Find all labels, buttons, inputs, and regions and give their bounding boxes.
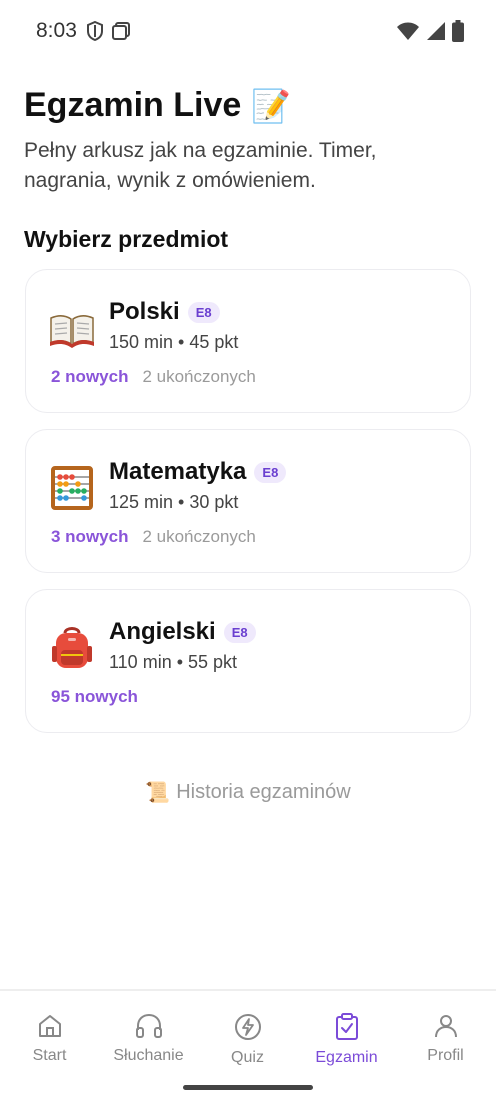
- new-count: 95 nowych: [51, 687, 138, 706]
- status-bar: 8:03: [0, 0, 496, 64]
- subject-card-polski[interactable]: Polski E8 150 min • 45 pkt 2 nowych 2 uk…: [25, 269, 471, 413]
- nav-label: Quiz: [231, 1049, 264, 1066]
- lightning-icon: [234, 1014, 261, 1040]
- home-icon: [38, 1015, 61, 1037]
- nav-item-profil[interactable]: Profil: [396, 1013, 495, 1065]
- nav-label: Start: [32, 1047, 67, 1064]
- scroll-icon: 📜: [145, 780, 171, 804]
- abacus-icon: [51, 466, 93, 510]
- completed-count: 2 ukończonych: [142, 527, 256, 546]
- screenshot-icon: [112, 22, 130, 40]
- home-indicator[interactable]: [183, 1085, 313, 1090]
- subject-meta: 150 min • 45 pkt: [109, 332, 239, 352]
- subject-name: Polski: [109, 298, 180, 325]
- subject-meta: 125 min • 30 pkt: [109, 492, 239, 512]
- subject-name: Angielski: [109, 618, 216, 645]
- status-time: 8:03: [36, 19, 77, 42]
- nav-item-sluchanie[interactable]: Słuchanie: [99, 1013, 198, 1065]
- history-label: Historia egzaminów: [176, 780, 351, 803]
- headphones-icon: [135, 1013, 162, 1038]
- signal-icon: [427, 22, 445, 40]
- new-count: 2 nowych: [51, 367, 129, 386]
- subject-card-matematyka[interactable]: Matematyka E8 125 min • 30 pkt 3 nowych …: [25, 429, 471, 573]
- subject-card-angielski[interactable]: Angielski E8 110 min • 55 pkt 95 nowych: [25, 589, 471, 733]
- battery-icon: [452, 20, 464, 42]
- nav-label: Egzamin: [315, 1049, 378, 1066]
- new-count: 3 nowych: [51, 527, 129, 546]
- subject-meta: 110 min • 55 pkt: [109, 652, 238, 672]
- page-title: Egzamin Live: [24, 86, 242, 124]
- subject-name: Matematyka: [109, 458, 247, 485]
- nav-label: Słuchanie: [113, 1047, 184, 1064]
- nav-label: Profil: [427, 1047, 464, 1064]
- person-icon: [434, 1015, 457, 1038]
- wifi-icon: [397, 22, 419, 40]
- nav-item-egzamin[interactable]: Egzamin: [297, 1013, 396, 1067]
- nav-item-start[interactable]: Start: [0, 1013, 99, 1065]
- page-title-row: Egzamin Live 📝: [24, 86, 291, 125]
- completed-count: 2 ukończonych: [142, 367, 256, 386]
- book-icon: [50, 315, 94, 348]
- level-badge: E8: [223, 621, 256, 643]
- backpack-icon: [52, 627, 92, 668]
- nav-item-quiz[interactable]: Quiz: [198, 1013, 297, 1067]
- checklist-icon: [335, 1013, 358, 1040]
- level-badge: E8: [254, 461, 287, 483]
- page-subtitle: Pełny arkusz jak na egzaminie. Timer, na…: [24, 139, 377, 192]
- history-link[interactable]: 📜 Historia egzaminów: [0, 780, 496, 804]
- shield-icon: [87, 21, 103, 41]
- section-heading: Wybierz przedmiot: [24, 226, 229, 252]
- level-badge: E8: [187, 301, 220, 323]
- memo-icon: 📝: [251, 86, 292, 125]
